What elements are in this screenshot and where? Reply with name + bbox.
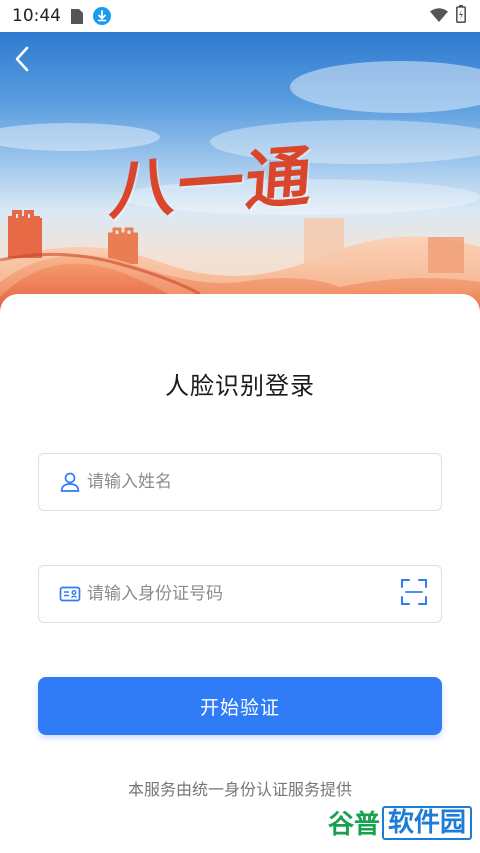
status-right xyxy=(430,5,466,27)
sim-card-icon xyxy=(71,8,83,24)
battery-icon xyxy=(456,5,466,27)
user-icon xyxy=(59,471,81,493)
status-bar: 10:44 xyxy=(0,0,480,32)
id-card-icon xyxy=(59,583,81,605)
name-field[interactable] xyxy=(38,453,442,511)
watermark-part-1: 谷普 xyxy=(327,810,380,840)
name-input[interactable] xyxy=(87,472,429,492)
start-verification-button[interactable]: 开始验证 xyxy=(38,677,442,735)
watermark-logo: 谷普 软件园 xyxy=(328,804,472,841)
scan-icon xyxy=(400,578,428,610)
id-number-field[interactable] xyxy=(38,565,442,623)
banner-title: 八一通 xyxy=(107,136,317,230)
id-number-input[interactable] xyxy=(87,584,399,604)
page-title: 人脸识别登录 xyxy=(165,372,315,400)
status-left: 10:44 xyxy=(12,6,111,26)
service-provider-note: 本服务由统一身份认证服务提供 xyxy=(127,780,352,799)
hero-banner: 八一通 xyxy=(0,32,480,322)
back-button[interactable] xyxy=(14,46,48,80)
status-time: 10:44 xyxy=(12,6,61,26)
scan-button[interactable] xyxy=(399,579,429,609)
wifi-icon xyxy=(430,7,448,26)
download-icon xyxy=(93,7,111,25)
login-card: 人脸识别登录 请输入姓名 请输入身份证号码 开始验证 本服务由统一身份认证服务提… xyxy=(0,294,480,853)
watermark-part-2: 软件园 xyxy=(381,805,472,840)
